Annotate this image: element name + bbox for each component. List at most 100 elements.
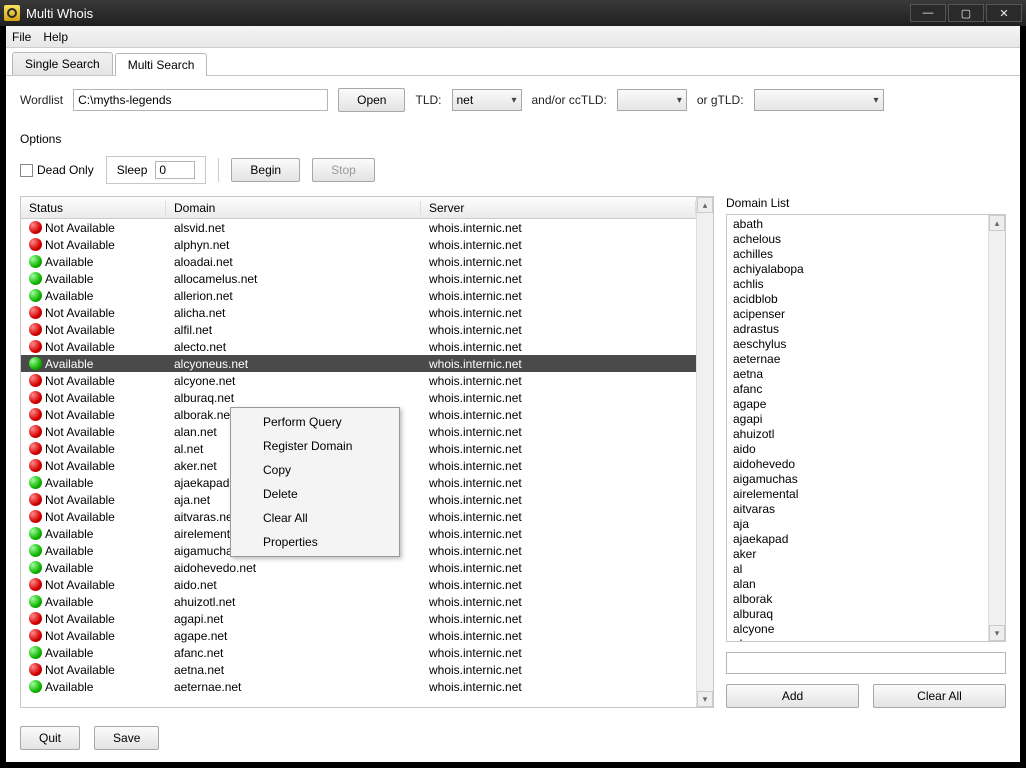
status-text: Not Available xyxy=(45,306,115,320)
list-item[interactable]: airelemental xyxy=(733,487,982,502)
list-item[interactable]: aja xyxy=(733,517,982,532)
list-item[interactable]: agape xyxy=(733,397,982,412)
list-item[interactable]: aeternae xyxy=(733,352,982,367)
table-row[interactable]: Availableahuizotl.netwhois.internic.net xyxy=(21,593,696,610)
list-item[interactable]: aeschylus xyxy=(733,337,982,352)
menu-register-domain[interactable]: Register Domain xyxy=(233,434,397,458)
list-item[interactable]: alcyone xyxy=(733,622,982,637)
list-item[interactable]: alburaq xyxy=(733,607,982,622)
list-item[interactable]: aidohevedo xyxy=(733,457,982,472)
domain-list[interactable]: abathachelousachillesachiyalabopaachlisa… xyxy=(727,215,988,641)
table-row[interactable]: Not Availablealcyone.netwhois.internic.n… xyxy=(21,372,696,389)
save-button[interactable]: Save xyxy=(94,726,159,750)
open-button[interactable]: Open xyxy=(338,88,405,112)
list-item[interactable]: achlis xyxy=(733,277,982,292)
list-item[interactable]: adrastus xyxy=(733,322,982,337)
list-item[interactable]: abath xyxy=(733,217,982,232)
menu-file[interactable]: File xyxy=(12,30,31,44)
not-available-icon xyxy=(29,629,42,642)
col-server[interactable]: Server xyxy=(421,201,696,215)
table-row[interactable]: Availableallerion.netwhois.internic.net xyxy=(21,287,696,304)
quit-button[interactable]: Quit xyxy=(20,726,80,750)
menu-help[interactable]: Help xyxy=(43,30,68,44)
table-row[interactable]: Availablealcyoneus.netwhois.internic.net xyxy=(21,355,696,372)
domain-text: alsvid.net xyxy=(170,221,425,235)
table-row[interactable]: Not Availablealfil.netwhois.internic.net xyxy=(21,321,696,338)
list-item[interactable]: achilles xyxy=(733,247,982,262)
list-item[interactable]: aigamuchas xyxy=(733,472,982,487)
col-domain[interactable]: Domain xyxy=(166,201,421,215)
table-row[interactable]: Not Availablealsvid.netwhois.internic.ne… xyxy=(21,219,696,236)
dead-only-checkbox[interactable]: Dead Only xyxy=(20,163,94,177)
col-status[interactable]: Status xyxy=(21,201,166,215)
available-icon xyxy=(29,646,42,659)
list-item[interactable]: aitvaras xyxy=(733,502,982,517)
status-text: Available xyxy=(45,255,93,269)
scroll-up-icon[interactable]: ▴ xyxy=(989,215,1005,231)
menu-copy[interactable]: Copy xyxy=(233,458,397,482)
list-item[interactable]: acidblob xyxy=(733,292,982,307)
table-row[interactable]: Not Availablealburaq.netwhois.internic.n… xyxy=(21,389,696,406)
table-row[interactable]: Not Availableaido.netwhois.internic.net xyxy=(21,576,696,593)
table-row[interactable]: Not Availablealphyn.netwhois.internic.ne… xyxy=(21,236,696,253)
sleep-input[interactable] xyxy=(155,161,195,179)
domain-add-input[interactable] xyxy=(726,652,1006,674)
list-item[interactable]: afanc xyxy=(733,382,982,397)
window-title: Multi Whois xyxy=(26,6,910,21)
table-row[interactable]: Availableafanc.netwhois.internic.net xyxy=(21,644,696,661)
list-item[interactable]: aido xyxy=(733,442,982,457)
menu-properties[interactable]: Properties xyxy=(233,530,397,554)
menu-perform-query[interactable]: Perform Query xyxy=(233,410,397,434)
gtld-select[interactable] xyxy=(754,89,884,111)
server-text: whois.internic.net xyxy=(425,374,696,388)
table-row[interactable]: Not Availablealicha.netwhois.internic.ne… xyxy=(21,304,696,321)
list-item[interactable]: aker xyxy=(733,547,982,562)
table-row[interactable]: Not Availableagapi.netwhois.internic.net xyxy=(21,610,696,627)
begin-button[interactable]: Begin xyxy=(231,158,300,182)
tab-single-search[interactable]: Single Search xyxy=(12,52,113,75)
list-item[interactable]: ajaekapad xyxy=(733,532,982,547)
domain-text: aido.net xyxy=(170,578,425,592)
app-icon xyxy=(4,5,20,21)
list-item[interactable]: al xyxy=(733,562,982,577)
maximize-button[interactable]: ▢ xyxy=(948,4,984,22)
scroll-down-icon[interactable]: ▾ xyxy=(697,691,713,707)
server-text: whois.internic.net xyxy=(425,238,696,252)
list-item[interactable]: acipenser xyxy=(733,307,982,322)
domain-list-scrollbar[interactable]: ▴ ▾ xyxy=(988,215,1005,641)
list-item[interactable]: alborak xyxy=(733,592,982,607)
stop-button[interactable]: Stop xyxy=(312,158,375,182)
list-item[interactable]: achiyalabopa xyxy=(733,262,982,277)
menu-clear-all[interactable]: Clear All xyxy=(233,506,397,530)
table-row[interactable]: Not Availablealecto.netwhois.internic.ne… xyxy=(21,338,696,355)
server-text: whois.internic.net xyxy=(425,561,696,575)
list-item[interactable]: ahuizotl xyxy=(733,427,982,442)
list-item[interactable]: agapi xyxy=(733,412,982,427)
add-button[interactable]: Add xyxy=(726,684,859,708)
list-item[interactable]: achelous xyxy=(733,232,982,247)
not-available-icon xyxy=(29,306,42,319)
tld-select[interactable]: net xyxy=(452,89,522,111)
tab-multi-search[interactable]: Multi Search xyxy=(115,53,208,76)
close-button[interactable]: ✕ xyxy=(986,4,1022,22)
cctld-select[interactable] xyxy=(617,89,687,111)
clear-all-button[interactable]: Clear All xyxy=(873,684,1006,708)
list-item[interactable]: aetna xyxy=(733,367,982,382)
table-row[interactable]: Availablealoadai.netwhois.internic.net xyxy=(21,253,696,270)
minimize-button[interactable]: — xyxy=(910,4,946,22)
menu-delete[interactable]: Delete xyxy=(233,482,397,506)
results-scrollbar[interactable]: ▴ ▾ xyxy=(696,197,713,707)
list-item[interactable]: alan xyxy=(733,577,982,592)
table-row[interactable]: Not Availableagape.netwhois.internic.net xyxy=(21,627,696,644)
wordlist-input[interactable] xyxy=(73,89,328,111)
table-row[interactable]: Availableaidohevedo.netwhois.internic.ne… xyxy=(21,559,696,576)
scroll-down-icon[interactable]: ▾ xyxy=(989,625,1005,641)
table-row[interactable]: Availableaeternae.netwhois.internic.net xyxy=(21,678,696,695)
gtld-label: or gTLD: xyxy=(697,93,744,107)
scroll-up-icon[interactable]: ▴ xyxy=(697,197,713,213)
table-row[interactable]: Availableallocamelus.netwhois.internic.n… xyxy=(21,270,696,287)
available-icon xyxy=(29,357,42,370)
status-text: Available xyxy=(45,595,93,609)
list-item[interactable]: alcyoneus xyxy=(733,637,982,641)
table-row[interactable]: Not Availableaetna.netwhois.internic.net xyxy=(21,661,696,678)
